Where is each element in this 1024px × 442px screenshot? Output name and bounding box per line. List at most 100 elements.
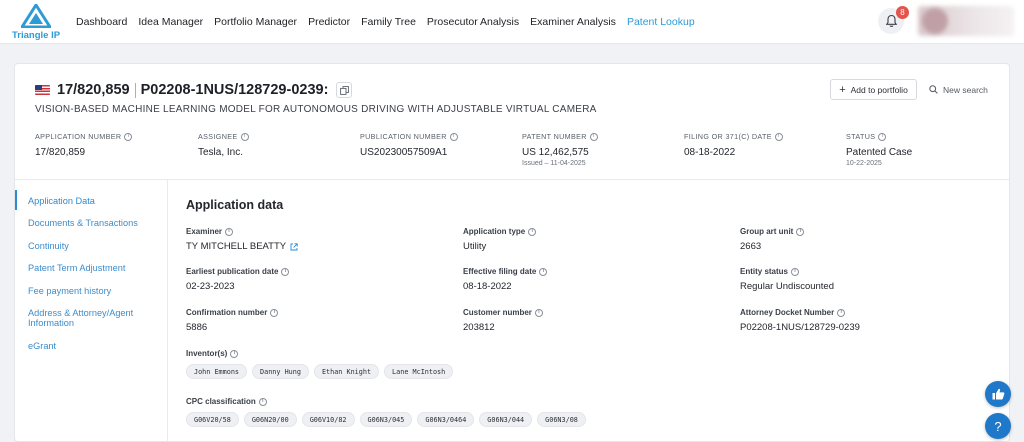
cpc-chip[interactable]: G06V20/58	[186, 412, 239, 427]
sidebar-item-fee-payment-history[interactable]: Fee payment history	[28, 286, 156, 296]
field-inventors: Inventor(s) i	[186, 349, 239, 358]
external-link-icon[interactable]	[290, 242, 298, 251]
field-label: Group art unit	[740, 227, 794, 236]
application-number-heading: 17/820,859	[57, 82, 130, 98]
summary-filing-date: FILING OR 371(C) DATE i 08-18-2022	[684, 132, 783, 158]
patent-title: VISION-BASED MACHINE LEARNING MODEL FOR …	[35, 104, 597, 115]
info-icon[interactable]: i	[796, 227, 805, 236]
cpc-chip[interactable]: G06N20/00	[243, 412, 297, 427]
info-icon[interactable]: i	[449, 132, 458, 141]
nav-item-idea-manager[interactable]: Idea Manager	[138, 16, 203, 28]
application-data-panel: Application data Examiner i TY MITCHELL B…	[186, 180, 986, 442]
summary-publication-number: PUBLICATION NUMBER i US20230057509A1	[360, 132, 458, 158]
field-label: Entity status	[740, 267, 789, 276]
field-value: 08-18-2022	[463, 281, 512, 292]
info-icon[interactable]: i	[528, 227, 537, 236]
notification-count-badge: 8	[896, 6, 909, 19]
copy-icon	[340, 85, 349, 95]
field-label: Inventor(s)	[186, 349, 228, 358]
info-icon[interactable]: i	[225, 227, 234, 236]
copy-button[interactable]	[336, 82, 353, 98]
new-search-button[interactable]: New search	[929, 79, 988, 100]
info-icon[interactable]: i	[281, 267, 290, 276]
patent-detail-card: 17/820,859 P02208-1NUS/128729-0239: VISI…	[14, 63, 1010, 442]
field-customer-number: Customer number i 203812	[463, 308, 543, 333]
summary-value: 17/820,859	[35, 147, 86, 158]
info-icon[interactable]: i	[240, 132, 249, 141]
field-label: Attorney Docket Number	[740, 308, 835, 317]
summary-status: STATUS i Patented Case 10-22-2025	[846, 132, 912, 167]
detail-sidebar: Application Data Documents & Transaction…	[15, 180, 168, 442]
info-icon[interactable]: i	[791, 267, 800, 276]
nav-item-family-tree[interactable]: Family Tree	[361, 16, 416, 28]
field-attorney-docket-number: Attorney Docket Number i P02208-1NUS/1287…	[740, 308, 860, 333]
search-icon	[929, 85, 938, 94]
inventor-chip[interactable]: John Emmons	[186, 364, 248, 379]
active-indicator	[15, 190, 17, 210]
info-icon[interactable]: i	[258, 397, 267, 406]
nav-item-examiner-analysis[interactable]: Examiner Analysis	[530, 16, 616, 28]
nav-menu: Dashboard Idea Manager Portfolio Manager…	[76, 0, 706, 44]
nav-item-portfolio-manager[interactable]: Portfolio Manager	[214, 16, 297, 28]
avatar[interactable]	[922, 8, 948, 34]
triangle-ip-logo[interactable]: Triangle IP	[12, 4, 60, 41]
field-entity-status: Entity status i Regular Undiscounted	[740, 267, 834, 292]
info-icon[interactable]: i	[878, 132, 887, 141]
info-icon[interactable]: i	[589, 132, 598, 141]
summary-label: PUBLICATION NUMBER	[360, 132, 447, 141]
field-confirmation-number: Confirmation number i 5886	[186, 308, 279, 333]
sidebar-item-continuity[interactable]: Continuity	[28, 241, 156, 251]
field-label: Effective filing date	[463, 267, 537, 276]
sidebar-item-documents-transactions[interactable]: Documents & Transactions	[28, 218, 156, 228]
info-icon[interactable]: i	[539, 267, 548, 276]
top-navigation: Triangle IP Dashboard Idea Manager Portf…	[0, 0, 1024, 44]
field-examiner: Examiner i TY MITCHELL BEATTY	[186, 227, 298, 252]
add-to-portfolio-button[interactable]: + Add to portfolio	[830, 79, 917, 100]
sidebar-item-address-attorney[interactable]: Address & Attorney/Agent Information	[28, 308, 156, 328]
docket-number-heading: P02208-1NUS/128729-0239:	[140, 82, 329, 98]
inventor-chip[interactable]: Lane McIntosh	[384, 364, 454, 379]
add-to-portfolio-label: Add to portfolio	[850, 84, 908, 95]
summary-subvalue: Issued – 11-04-2025	[522, 160, 586, 167]
nav-item-predictor[interactable]: Predictor	[308, 16, 350, 28]
summary-value: 08-18-2022	[684, 147, 736, 158]
summary-value: US 12,462,575	[522, 147, 589, 158]
nav-item-prosecutor-analysis[interactable]: Prosecutor Analysis	[427, 16, 519, 28]
summary-value: Tesla, Inc.	[198, 147, 244, 158]
cpc-chip[interactable]: G06N3/0464	[417, 412, 475, 427]
cpc-chips: G06V20/58 G06N20/00 G06V10/82 G06N3/045 …	[186, 412, 591, 427]
field-label: Application type	[463, 227, 526, 236]
sidebar-item-patent-term-adjustment[interactable]: Patent Term Adjustment	[28, 263, 156, 273]
bell-icon	[885, 14, 897, 27]
summary-value: Patented Case	[846, 147, 913, 158]
inventor-chip[interactable]: Danny Hung	[252, 364, 309, 379]
inventor-chip[interactable]: Ethan Knight	[313, 364, 380, 379]
field-value: P02208-1NUS/128729-0239	[740, 322, 860, 333]
field-label: Examiner	[186, 227, 223, 236]
cpc-chip[interactable]: G06N3/08	[537, 412, 586, 427]
like-button[interactable]	[985, 381, 1011, 407]
nav-item-dashboard[interactable]: Dashboard	[76, 16, 127, 28]
inventor-chips: John Emmons Danny Hung Ethan Knight Lane…	[186, 364, 458, 379]
summary-subvalue: 10-22-2025	[846, 160, 882, 167]
cpc-chip[interactable]: G06N3/044	[479, 412, 533, 427]
field-value[interactable]: TY MITCHELL BEATTY	[186, 241, 286, 252]
summary-label: STATUS	[846, 132, 876, 141]
summary-label: APPLICATION NUMBER	[35, 132, 122, 141]
patent-title-row: 17/820,859 P02208-1NUS/128729-0239:	[35, 80, 353, 100]
info-icon[interactable]: i	[534, 308, 543, 317]
cpc-chip[interactable]: G06N3/045	[359, 412, 413, 427]
info-icon[interactable]: i	[230, 349, 239, 358]
new-search-label: New search	[943, 84, 988, 95]
field-label: Earliest publication date	[186, 267, 279, 276]
help-button[interactable]: ?	[985, 413, 1011, 439]
info-icon[interactable]: i	[124, 132, 133, 141]
sidebar-item-egrant[interactable]: eGrant	[28, 341, 156, 351]
field-value: Utility	[463, 241, 487, 252]
info-icon[interactable]: i	[270, 308, 279, 317]
sidebar-item-application-data[interactable]: Application Data	[28, 196, 156, 206]
info-icon[interactable]: i	[837, 308, 846, 317]
nav-item-patent-lookup[interactable]: Patent Lookup	[627, 16, 695, 28]
cpc-chip[interactable]: G06V10/82	[301, 412, 355, 427]
info-icon[interactable]: i	[774, 132, 783, 141]
